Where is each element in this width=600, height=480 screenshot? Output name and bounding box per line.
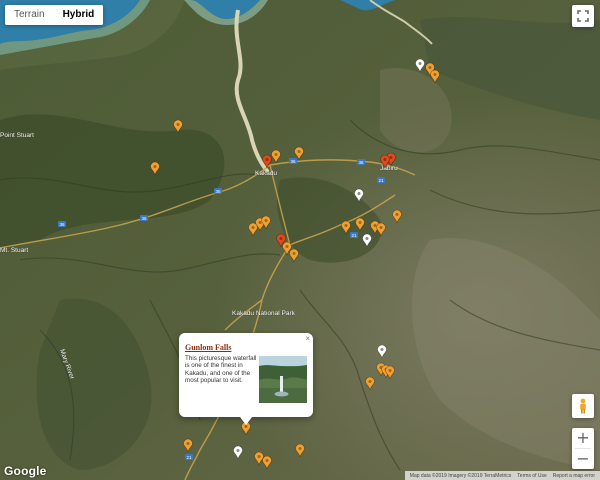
- red-marker-icon[interactable]: [380, 154, 390, 169]
- orange-marker-icon[interactable]: [150, 161, 160, 176]
- terms-link[interactable]: Terms of Use: [514, 473, 549, 479]
- pegman-icon: [580, 398, 586, 414]
- orange-marker-icon[interactable]: [271, 149, 281, 164]
- white-marker-icon[interactable]: [362, 233, 372, 248]
- white-marker-icon[interactable]: [377, 344, 387, 359]
- info-window: × Gunlom Falls This picturesque waterfal…: [179, 333, 313, 425]
- orange-marker-icon[interactable]: [341, 220, 351, 235]
- orange-marker-icon[interactable]: [430, 69, 440, 84]
- info-window-title-link[interactable]: Gunlom Falls: [185, 343, 231, 352]
- orange-marker-icon[interactable]: [385, 365, 395, 380]
- orange-marker-icon[interactable]: [254, 451, 264, 466]
- orange-marker-icon[interactable]: [289, 248, 299, 263]
- zoom-out-button[interactable]: −: [572, 449, 594, 469]
- map-data-attribution[interactable]: Map data ©2019 Imagery ©2019 TerraMetric…: [407, 473, 515, 479]
- orange-marker-icon[interactable]: [262, 455, 272, 470]
- white-marker-icon[interactable]: [233, 445, 243, 460]
- fullscreen-button[interactable]: [572, 5, 594, 27]
- orange-marker-icon[interactable]: [295, 443, 305, 458]
- orange-marker-icon[interactable]: [365, 376, 375, 391]
- waterfall-thumbnail[interactable]: [259, 356, 307, 403]
- info-window-description: This picturesque waterfall is one of the…: [185, 355, 257, 385]
- terrain-button[interactable]: Terrain: [5, 5, 54, 25]
- orange-marker-icon[interactable]: [294, 146, 304, 161]
- orange-marker-icon[interactable]: [376, 222, 386, 237]
- orange-marker-icon[interactable]: [355, 217, 365, 232]
- fullscreen-icon: [577, 10, 589, 22]
- zoom-control: + −: [572, 428, 594, 469]
- map-type-control: Terrain Hybrid: [5, 5, 104, 25]
- zoom-in-button[interactable]: +: [572, 428, 594, 448]
- red-marker-icon[interactable]: [262, 154, 272, 169]
- street-view-button[interactable]: [572, 394, 594, 418]
- report-error-link[interactable]: Report a map error: [550, 473, 598, 479]
- hybrid-button[interactable]: Hybrid: [53, 5, 104, 25]
- orange-marker-icon[interactable]: [183, 438, 193, 453]
- orange-marker-icon[interactable]: [392, 209, 402, 224]
- map-canvas[interactable]: Kakadu Jabiru Point Stuart Kakadu Nation…: [0, 0, 600, 480]
- google-logo[interactable]: Google: [4, 464, 47, 478]
- white-marker-icon[interactable]: [354, 188, 364, 203]
- orange-marker-icon[interactable]: [173, 119, 183, 134]
- orange-marker-icon[interactable]: [261, 215, 271, 230]
- close-icon[interactable]: ×: [305, 334, 310, 344]
- white-marker-icon[interactable]: [415, 58, 425, 73]
- attribution-bar: Map data ©2019 Imagery ©2019 TerraMetric…: [404, 471, 600, 480]
